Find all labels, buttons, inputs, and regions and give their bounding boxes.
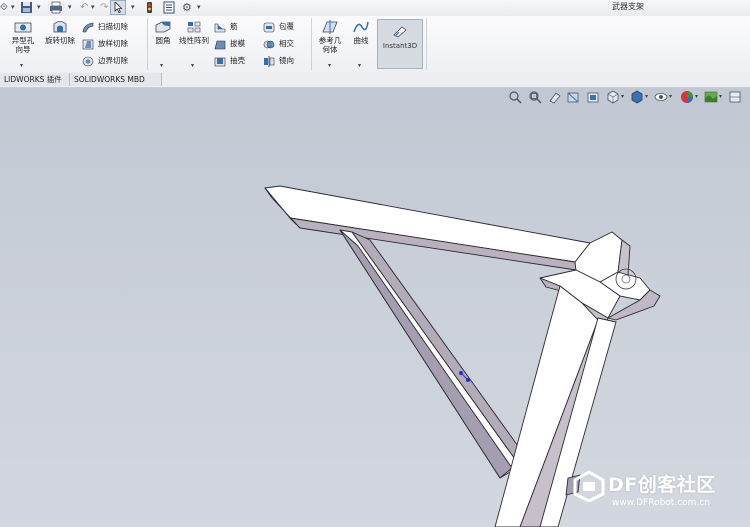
shell-button[interactable]: 抽壳 (214, 54, 245, 68)
boundary-cut-label: 边界切除 (98, 56, 128, 65)
mirror-label: 镜向 (279, 56, 294, 65)
redo-icon[interactable]: ↷ (100, 1, 108, 14)
ribbon-separator (147, 18, 148, 70)
watermark-url: www.DFRobot.com.cn (612, 498, 710, 508)
boundary-cut-button[interactable]: 边界切除 (82, 54, 128, 68)
fillet-label: 圆角 (155, 36, 171, 45)
swept-cut-button[interactable]: 扫描切除 (82, 20, 128, 34)
reference-geometry-button[interactable]: 参考几何体 (314, 18, 346, 54)
hole-wizard-button[interactable]: 异型孔向导 (4, 18, 42, 54)
print-icon[interactable] (49, 1, 63, 14)
file-properties-icon[interactable] (163, 1, 175, 14)
fillet-button[interactable]: 圆角 (150, 18, 176, 45)
intersect-label: 相交 (279, 39, 294, 48)
shell-icon (214, 57, 226, 66)
hole-wizard-icon (14, 22, 32, 33)
solidworks-window: ⟐ ▾ ▾ ▾ ↶ ▾ ↷ ▾ ⚙ ▾ 武器支架 异型孔向导 ▾ 旋转切除 扫描… (0, 0, 750, 527)
save-icon[interactable] (20, 1, 33, 14)
model-weapon-stand[interactable] (0, 88, 750, 527)
undo-icon[interactable]: ↶ (80, 1, 88, 14)
mirror-button[interactable]: 镜向 (263, 54, 294, 68)
command-manager-tabs: LIDWORKS 插件 SOLIDWORKS MBD (0, 72, 750, 88)
options-icon[interactable]: ⟐ (0, 1, 8, 14)
wrap-icon (263, 22, 275, 32)
chevron-down-icon[interactable]: ▾ (160, 62, 163, 69)
chevron-down-icon[interactable]: ▾ (11, 1, 15, 14)
fillet-icon (155, 21, 171, 33)
draft-button[interactable]: 拔模 (214, 37, 245, 51)
ribbon-separator (311, 18, 312, 70)
graphics-area[interactable]: ▾ ▾ ▾ ▾ ▾ (0, 88, 750, 527)
chevron-down-icon[interactable]: ▾ (20, 62, 23, 69)
chevron-down-icon[interactable]: ▾ (358, 62, 361, 69)
rib-button[interactable]: 筋 (214, 20, 238, 34)
cursor-icon (114, 2, 123, 13)
mirror-icon (264, 55, 275, 67)
tab-solidworks-mbd[interactable]: SOLIDWORKS MBD (70, 73, 162, 86)
linear-pattern-label: 线性阵列 (179, 36, 209, 45)
tab-label: LIDWORKS 插件 (4, 75, 62, 84)
tab-solidworks-addins[interactable]: LIDWORKS 插件 (0, 73, 70, 86)
reference-geometry-label: 参考几何体 (318, 36, 342, 54)
rib-label: 筋 (230, 22, 238, 31)
wrap-button[interactable]: 包覆 (263, 20, 294, 34)
swept-cut-icon (82, 22, 94, 32)
boundary-cut-icon (82, 56, 94, 66)
swept-cut-label: 扫描切除 (98, 22, 128, 31)
dfrobot-watermark: DF创客社区 www.DFRobot.com.cn (572, 470, 750, 520)
curves-label: 曲线 (353, 36, 369, 45)
revolved-cut-button[interactable]: 旋转切除 (43, 18, 77, 45)
draft-label: 拔模 (230, 39, 245, 48)
wrap-label: 包覆 (279, 22, 294, 31)
dfrobot-logo-icon (573, 470, 605, 502)
chevron-down-icon[interactable]: ▾ (328, 62, 331, 69)
chevron-down-icon[interactable]: ▾ (68, 1, 72, 14)
reference-geometry-icon (322, 20, 338, 34)
gear-icon[interactable]: ⚙ (182, 1, 192, 14)
lofted-cut-icon (82, 39, 94, 49)
select-button[interactable] (110, 0, 126, 15)
curves-button[interactable]: 曲线 (347, 18, 375, 45)
shell-label: 抽壳 (230, 56, 245, 65)
linear-pattern-button[interactable]: 线性阵列 (176, 18, 212, 45)
chevron-down-icon[interactable]: ▾ (91, 1, 95, 14)
instant3d-label: Instant3D (382, 42, 418, 50)
quick-access-toolbar: ⟐ ▾ ▾ ▾ ↶ ▾ ↷ ▾ ⚙ ▾ 武器支架 (0, 0, 750, 17)
draft-icon (214, 40, 226, 49)
chevron-down-icon[interactable]: ▾ (191, 62, 194, 69)
curves-icon (353, 21, 369, 33)
lofted-cut-button[interactable]: 放样切除 (82, 37, 128, 51)
features-ribbon: 异型孔向导 ▾ 旋转切除 扫描切除 放样切除 边界切除 圆角 ▾ 线性阵列 ▾ (0, 16, 750, 73)
document-title: 武器支架 (612, 2, 644, 11)
watermark-title: DF创客社区 (608, 474, 716, 496)
rebuild-icon[interactable] (145, 1, 154, 14)
ribbon-separator (426, 18, 427, 70)
revolved-cut-icon (53, 21, 67, 33)
chevron-down-icon[interactable]: ▾ (197, 1, 201, 14)
chevron-down-icon[interactable]: ▾ (37, 1, 41, 14)
tab-label: SOLIDWORKS MBD (74, 75, 145, 84)
instant3d-icon (393, 26, 407, 38)
rib-icon (214, 23, 226, 32)
linear-pattern-icon (187, 21, 201, 33)
revolved-cut-label: 旋转切除 (45, 36, 75, 45)
intersect-button[interactable]: 相交 (263, 37, 294, 51)
lofted-cut-label: 放样切除 (98, 39, 128, 48)
hole-wizard-label: 异型孔向导 (11, 36, 35, 54)
intersect-icon (263, 40, 275, 48)
instant3d-button[interactable]: Instant3D (377, 19, 423, 69)
chevron-down-icon[interactable]: ▾ (131, 1, 135, 14)
